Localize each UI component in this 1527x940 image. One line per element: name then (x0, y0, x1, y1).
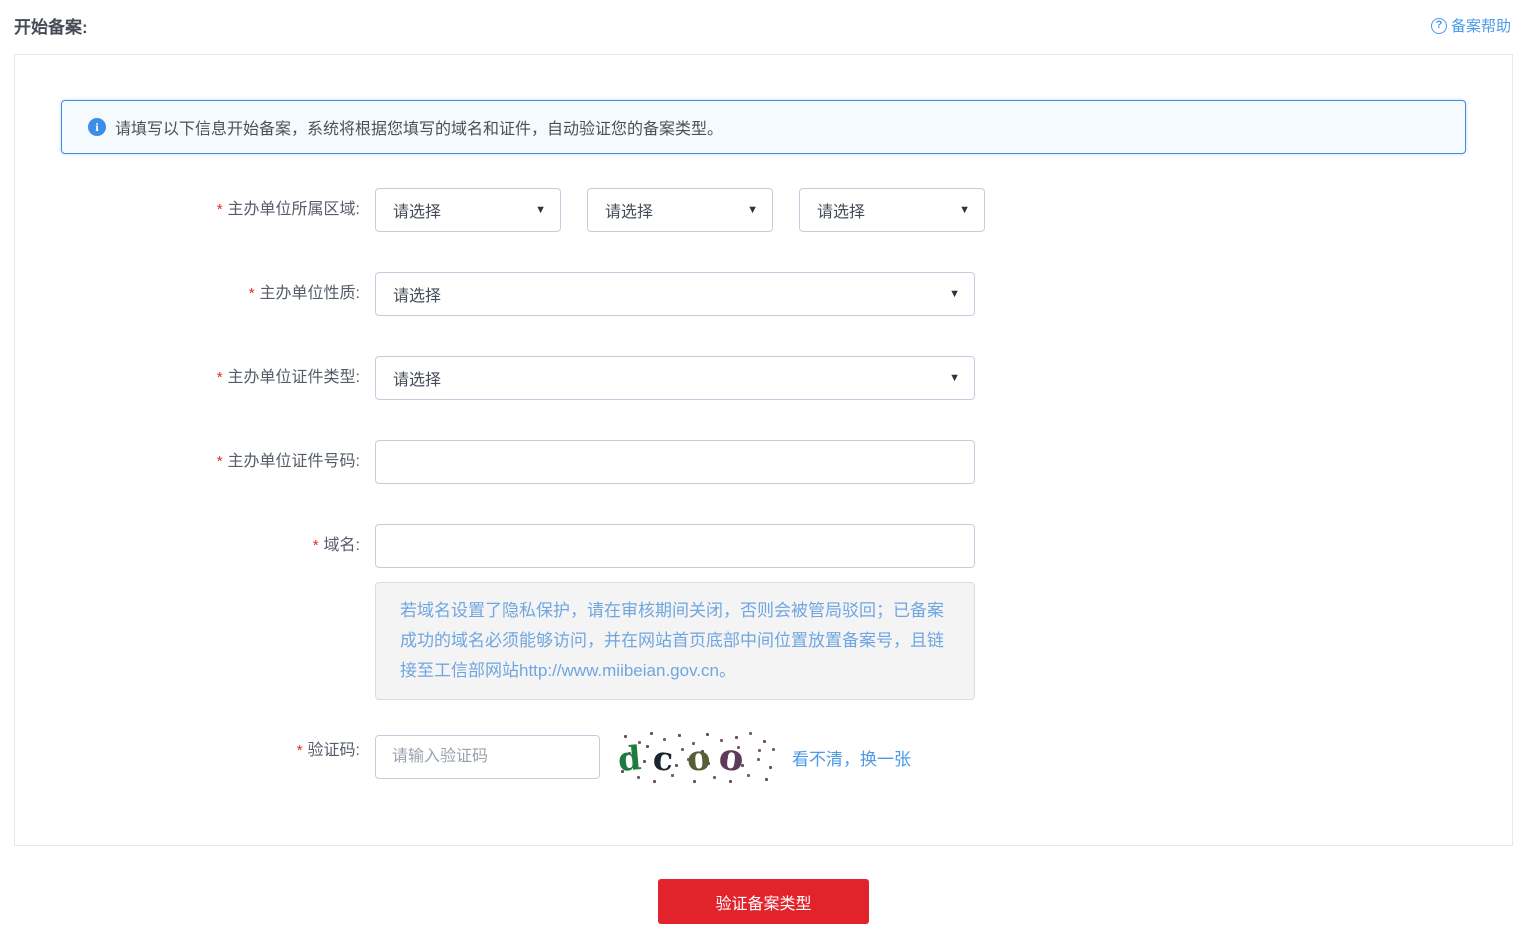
chevron-down-icon: ▼ (535, 204, 546, 216)
captcha-refresh-link[interactable]: 看不清，换一张 (792, 745, 911, 770)
chevron-down-icon: ▼ (959, 204, 970, 216)
cert-number-row: *主办单位证件号码: (15, 440, 1512, 484)
chevron-down-icon: ▼ (949, 372, 960, 384)
help-link-label: 备案帮助 (1451, 15, 1511, 36)
select-value: 请选择 (393, 282, 441, 306)
domain-tip-row: 若域名设置了隐私保护，请在审核期间关闭，否则会被管局驳回；已备案成功的域名必须能… (15, 582, 1512, 700)
required-asterisk: * (297, 742, 303, 759)
alert-text: 请填写以下信息开始备案，系统将根据您填写的域名和证件，自动验证您的备案类型。 (115, 115, 723, 139)
required-asterisk: * (217, 201, 223, 218)
region-label: *主办单位所属区域: (15, 188, 360, 232)
captcha-row: *验证码: dcoo 看不清，换一张 (15, 729, 1512, 785)
region-district-select[interactable]: 请选择 ▼ (799, 188, 985, 232)
region-row: *主办单位所属区域: 请选择 ▼ 请选择 ▼ 请选择 ▼ (15, 188, 1512, 232)
captcha-characters: dcoo (618, 737, 743, 779)
verify-beian-type-button[interactable]: 验证备案类型 (658, 879, 869, 924)
required-asterisk: * (249, 285, 255, 302)
cert-type-row: *主办单位证件类型: 请选择 ▼ (15, 356, 1512, 400)
beian-help-link[interactable]: ? 备案帮助 (1431, 15, 1511, 36)
region-province-select[interactable]: 请选择 ▼ (375, 188, 561, 232)
cert-number-label: *主办单位证件号码: (15, 440, 360, 484)
required-asterisk: * (217, 453, 223, 470)
domain-label: *域名: (15, 524, 360, 568)
cert-type-select[interactable]: 请选择 ▼ (375, 356, 975, 400)
domain-input[interactable] (375, 524, 975, 568)
help-question-icon: ? (1431, 18, 1447, 34)
beian-form-panel: i 请填写以下信息开始备案，系统将根据您填写的域名和证件，自动验证您的备案类型。… (14, 54, 1513, 846)
domain-row: *域名: (15, 524, 1512, 568)
required-asterisk: * (313, 537, 319, 554)
cert-type-label: *主办单位证件类型: (15, 356, 360, 400)
select-value: 请选择 (393, 198, 441, 222)
cert-number-input[interactable] (375, 440, 975, 484)
region-city-select[interactable]: 请选择 ▼ (587, 188, 773, 232)
top-bar: 开始备案: ? 备案帮助 (0, 0, 1527, 54)
domain-tip: 若域名设置了隐私保护，请在审核期间关闭，否则会被管局驳回；已备案成功的域名必须能… (375, 582, 975, 700)
captcha-noise (616, 729, 619, 732)
unit-nature-label: *主办单位性质: (15, 272, 360, 316)
select-value: 请选择 (393, 366, 441, 390)
chevron-down-icon: ▼ (747, 204, 758, 216)
required-asterisk: * (217, 369, 223, 386)
info-icon: i (88, 118, 106, 136)
page-title: 开始备案: (14, 13, 88, 38)
select-value: 请选择 (605, 198, 653, 222)
captcha-label: *验证码: (15, 729, 360, 773)
captcha-image: dcoo (616, 729, 778, 785)
unit-nature-row: *主办单位性质: 请选择 ▼ (15, 272, 1512, 316)
captcha-input[interactable] (375, 735, 600, 779)
unit-nature-select[interactable]: 请选择 ▼ (375, 272, 975, 316)
info-alert: i 请填写以下信息开始备案，系统将根据您填写的域名和证件，自动验证您的备案类型。 (61, 100, 1466, 154)
chevron-down-icon: ▼ (949, 288, 960, 300)
select-value: 请选择 (817, 198, 865, 222)
